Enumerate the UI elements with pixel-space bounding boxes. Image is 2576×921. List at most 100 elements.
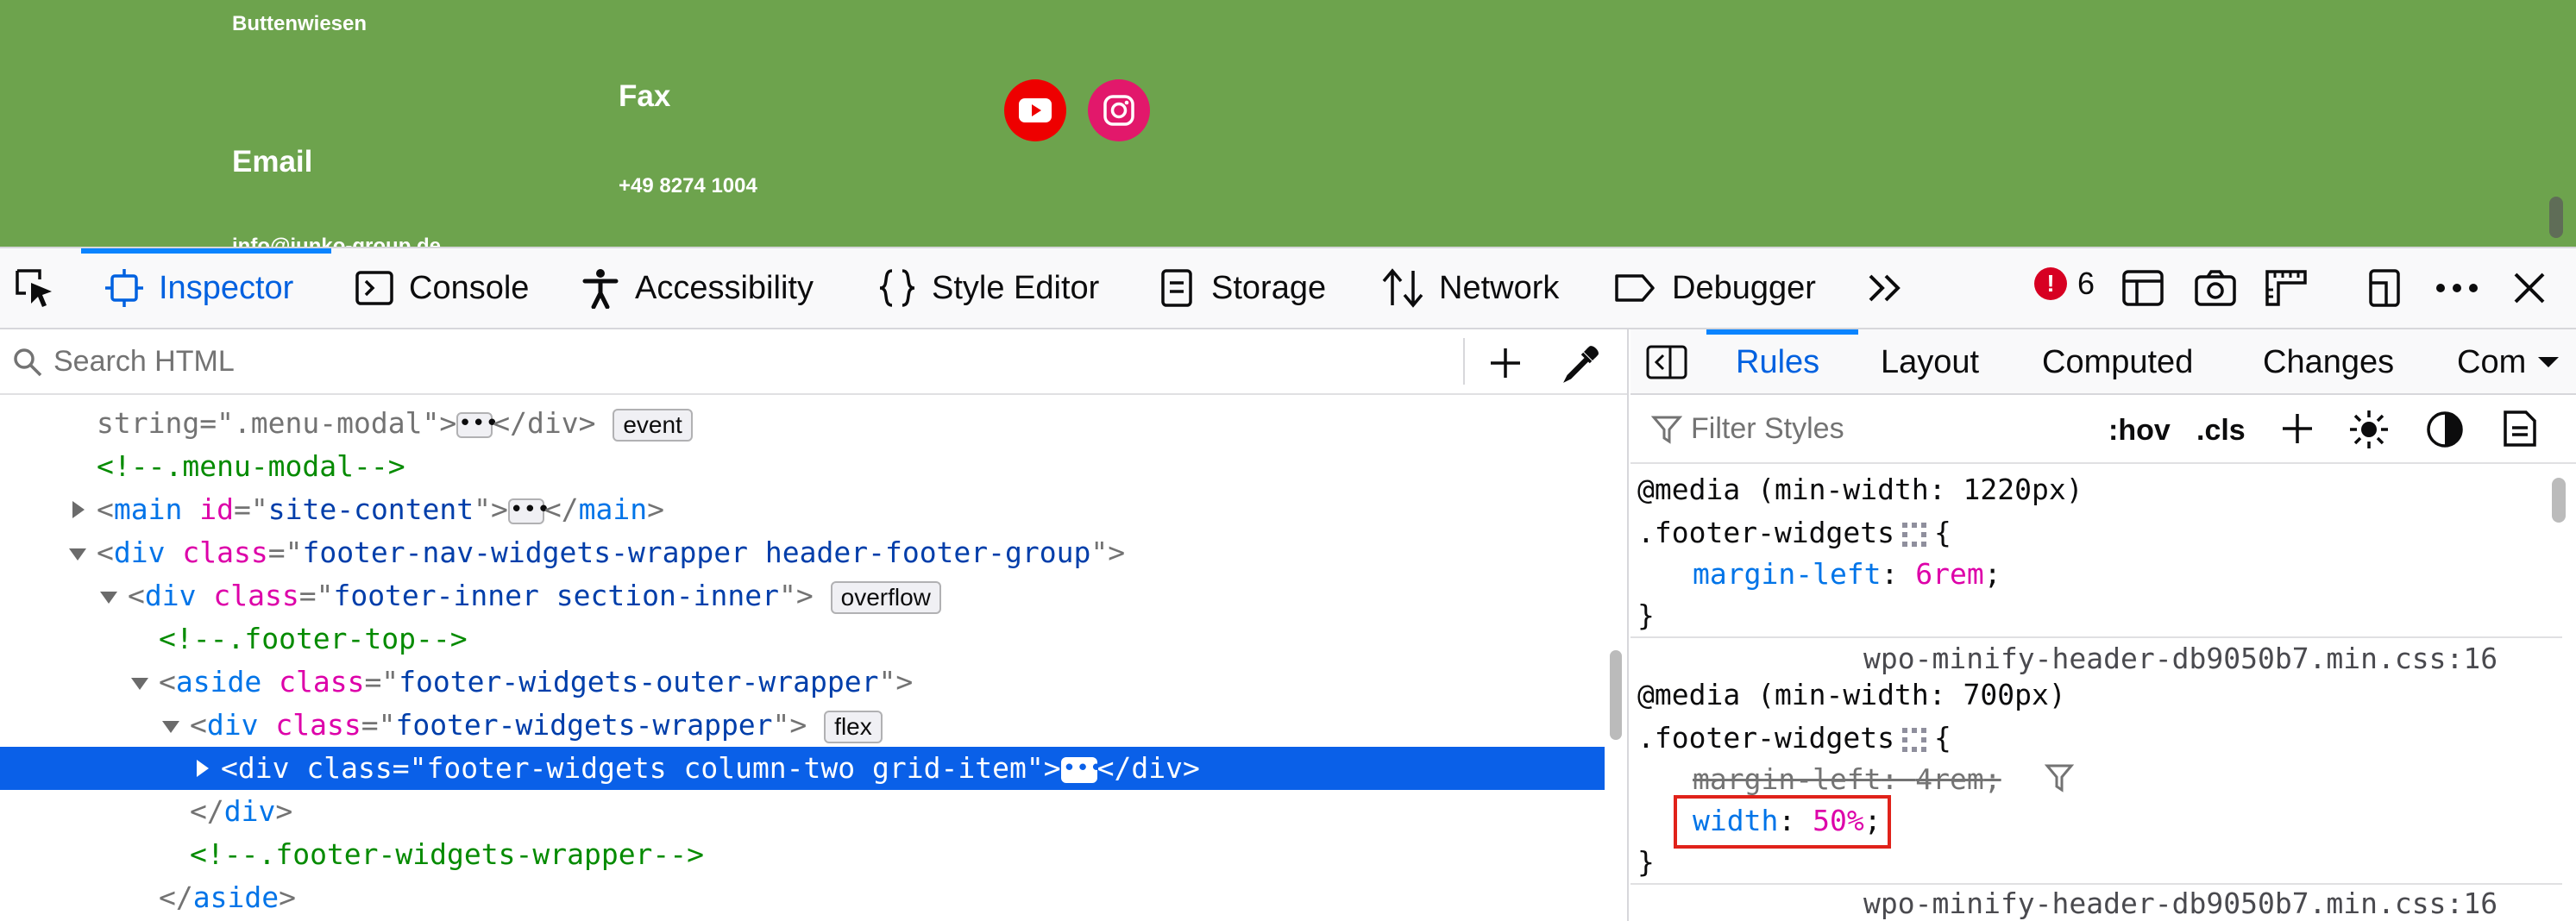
- attribute-name: class: [306, 751, 393, 785]
- responsive-mode-icon[interactable]: [2120, 266, 2165, 310]
- rule-selector-line[interactable]: .footer-widgets {: [1637, 512, 1951, 554]
- rules-scrollbar[interactable]: [2552, 478, 2566, 523]
- expanded-twisty-icon[interactable]: [100, 592, 117, 604]
- tab-accessibility[interactable]: Accessibility: [580, 248, 814, 328]
- html-comment: <!--.footer-widgets-wrapper-->: [190, 837, 705, 871]
- markup-node-row[interactable]: <aside class="footer-widgets-outer-wrapp…: [0, 661, 1605, 704]
- selected-node-row[interactable]: <div class="footer-widgets column-two gr…: [0, 747, 1605, 790]
- markup-node-row[interactable]: <main id="site-content">•••</main>: [0, 488, 1605, 531]
- instagram-icon[interactable]: [1088, 79, 1150, 141]
- expanded-twisty-icon[interactable]: [131, 678, 148, 690]
- error-count-badge[interactable]: ! 6: [2034, 266, 2095, 302]
- filter-styles-input[interactable]: [1691, 409, 2053, 448]
- markup-node-row[interactable]: <!--.footer-top-->: [0, 617, 1605, 661]
- tab-computed[interactable]: Computed: [2042, 329, 2193, 395]
- tag-name: div: [144, 579, 197, 612]
- declaration-margin-left-overridden[interactable]: margin-left: 4rem;: [1693, 759, 2001, 800]
- markup-node-row[interactable]: <div class="footer-inner section-inner">…: [0, 574, 1605, 617]
- filter-icon[interactable]: [2045, 762, 2074, 793]
- stylesheet-link[interactable]: wpo-minify-header-db9050b7.min.css:16: [1863, 883, 2497, 921]
- event-badge[interactable]: event: [613, 408, 693, 442]
- markup-node-row[interactable]: <!--.footer-widgets-wrapper-->: [0, 833, 1605, 876]
- expand-children-button[interactable]: •••: [507, 498, 550, 524]
- add-rule-icon[interactable]: [2279, 410, 2315, 447]
- eyedropper-icon[interactable]: [1561, 343, 1601, 383]
- tab-compatibility[interactable]: Com: [2457, 329, 2526, 395]
- dark-scheme-icon[interactable]: [2426, 410, 2464, 448]
- property-name[interactable]: margin-left: [1693, 762, 1882, 796]
- tab-layout[interactable]: Layout: [1881, 329, 1979, 395]
- attribute-name: id: [199, 492, 234, 526]
- tab-rules[interactable]: Rules: [1736, 329, 1819, 395]
- double-chevron-icon[interactable]: [1863, 266, 1908, 310]
- rule-selector-line[interactable]: .footer-widgets {: [1637, 717, 1951, 759]
- attr-quote: =": [364, 665, 399, 699]
- ruler-icon[interactable]: [2264, 266, 2309, 310]
- markup-node-row[interactable]: <!--.menu-modal-->: [0, 445, 1605, 488]
- tab-inspector[interactable]: Inspector: [104, 248, 293, 328]
- more-options-icon[interactable]: [2435, 266, 2479, 310]
- divider: [1463, 338, 1465, 385]
- cls-toggle[interactable]: .cls: [2196, 414, 2246, 448]
- flex-badge[interactable]: flex: [824, 710, 883, 743]
- print-simulation-icon[interactable]: [2502, 409, 2538, 448]
- markup-node-row[interactable]: </div>: [0, 790, 1605, 833]
- tag-bracket: </: [543, 492, 579, 526]
- chevron-down-icon[interactable]: [2536, 355, 2560, 371]
- expand-children-button[interactable]: •••: [1060, 756, 1103, 783]
- stylesheet-link[interactable]: wpo-minify-header-db9050b7.min.css:16: [1863, 638, 2497, 680]
- markup-node-row[interactable]: <div class="footer-nav-widgets-wrapper h…: [0, 531, 1605, 574]
- tab-label: Inspector: [159, 269, 294, 306]
- tab-changes[interactable]: Changes: [2263, 329, 2394, 395]
- error-icon: !: [2034, 267, 2067, 300]
- attribute-name: class: [279, 665, 365, 699]
- email-link[interactable]: info@junko-group.de: [232, 235, 441, 247]
- inspector-icon: [105, 269, 143, 307]
- close-brace: }: [1637, 845, 1655, 879]
- devtools-toolbar: Inspector Console Accessibility Style Ed…: [0, 247, 2576, 329]
- hov-toggle[interactable]: :hov: [2108, 414, 2171, 448]
- expanded-twisty-icon[interactable]: [69, 548, 86, 561]
- element-picker-icon[interactable]: [12, 266, 57, 310]
- overflow-badge[interactable]: overflow: [830, 580, 941, 614]
- tag-name: div: [223, 794, 276, 828]
- close-icon[interactable]: [2507, 266, 2552, 310]
- tag-bracket: <: [97, 492, 114, 526]
- tab-network[interactable]: Network: [1380, 248, 1559, 328]
- screenshot-icon[interactable]: [2193, 266, 2238, 310]
- tab-debugger[interactable]: Debugger: [1613, 248, 1816, 328]
- collapsed-twisty-icon[interactable]: [197, 760, 209, 777]
- collapsed-twisty-icon[interactable]: [72, 501, 85, 518]
- tag-bracket: <: [128, 579, 145, 612]
- expand-children-button[interactable]: •••: [456, 411, 499, 438]
- markup-node-row[interactable]: string=".menu-modal">•••</div> event: [0, 402, 1605, 445]
- youtube-icon[interactable]: [1004, 79, 1066, 141]
- footer-city-text: Buttenwiesen: [232, 12, 368, 35]
- tab-storage[interactable]: Storage: [1156, 248, 1326, 328]
- attribute-value: footer-widgets-wrapper: [395, 708, 773, 742]
- toggle-sidebar-icon[interactable]: [1646, 345, 1687, 379]
- tag-bracket: >: [275, 794, 293, 828]
- property-value[interactable]: 4rem: [1915, 762, 1983, 796]
- grid-highlighter-icon[interactable]: [1901, 727, 1927, 753]
- property-value[interactable]: 6rem: [1915, 557, 1983, 591]
- markup-scrollbar[interactable]: [1610, 650, 1622, 740]
- node-markup: </div>: [190, 790, 292, 833]
- light-scheme-icon[interactable]: [2348, 409, 2390, 450]
- search-html-input[interactable]: [53, 341, 916, 381]
- error-count: 6: [2077, 266, 2095, 301]
- tab-console[interactable]: Console: [354, 248, 529, 328]
- markup-node-row[interactable]: <div class="footer-widgets-wrapper"> fle…: [0, 704, 1605, 747]
- dock-side-icon[interactable]: [2362, 266, 2407, 310]
- grid-highlighter-icon[interactable]: [1901, 522, 1927, 548]
- markup-node-row[interactable]: </aside>: [0, 876, 1605, 919]
- declaration-margin-left[interactable]: margin-left: 6rem;: [1693, 554, 2001, 595]
- property-name[interactable]: margin-left: [1693, 557, 1882, 591]
- page-scrollbar[interactable]: [2549, 197, 2563, 238]
- node-text: string=".menu-modal">: [97, 406, 457, 440]
- tab-style-editor[interactable]: Style Editor: [876, 248, 1099, 328]
- add-node-icon[interactable]: [1487, 345, 1524, 381]
- expanded-twisty-icon[interactable]: [162, 721, 179, 733]
- open-brace: {: [1934, 721, 1951, 755]
